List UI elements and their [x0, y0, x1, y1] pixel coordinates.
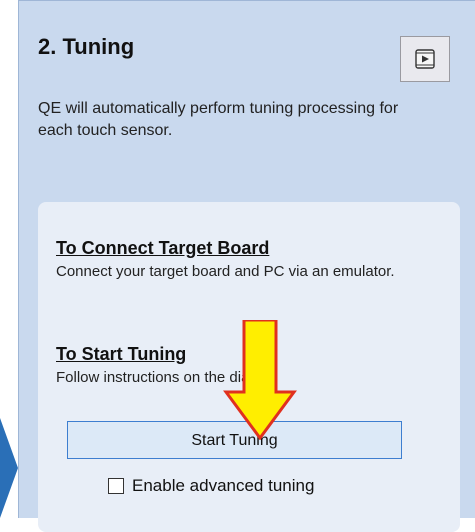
advanced-tuning-checkbox[interactable] [108, 478, 124, 494]
section-title-tuning: 2. Tuning [38, 34, 135, 59]
connect-board-text: Connect your target board and PC via an … [56, 263, 395, 280]
video-play-icon [415, 49, 435, 69]
highlight-arrow-icon [223, 320, 297, 440]
connect-board-title: To Connect Target Board [56, 238, 270, 258]
nav-arrow-icon[interactable] [0, 418, 18, 518]
video-button[interactable] [400, 36, 450, 82]
advanced-tuning-label: Enable advanced tuning [132, 476, 315, 495]
tuning-description: QE will automatically perform tuning pro… [38, 100, 399, 139]
start-tuning-title: To Start Tuning [56, 344, 187, 364]
advanced-tuning-option[interactable]: Enable advanced tuning [108, 476, 314, 496]
